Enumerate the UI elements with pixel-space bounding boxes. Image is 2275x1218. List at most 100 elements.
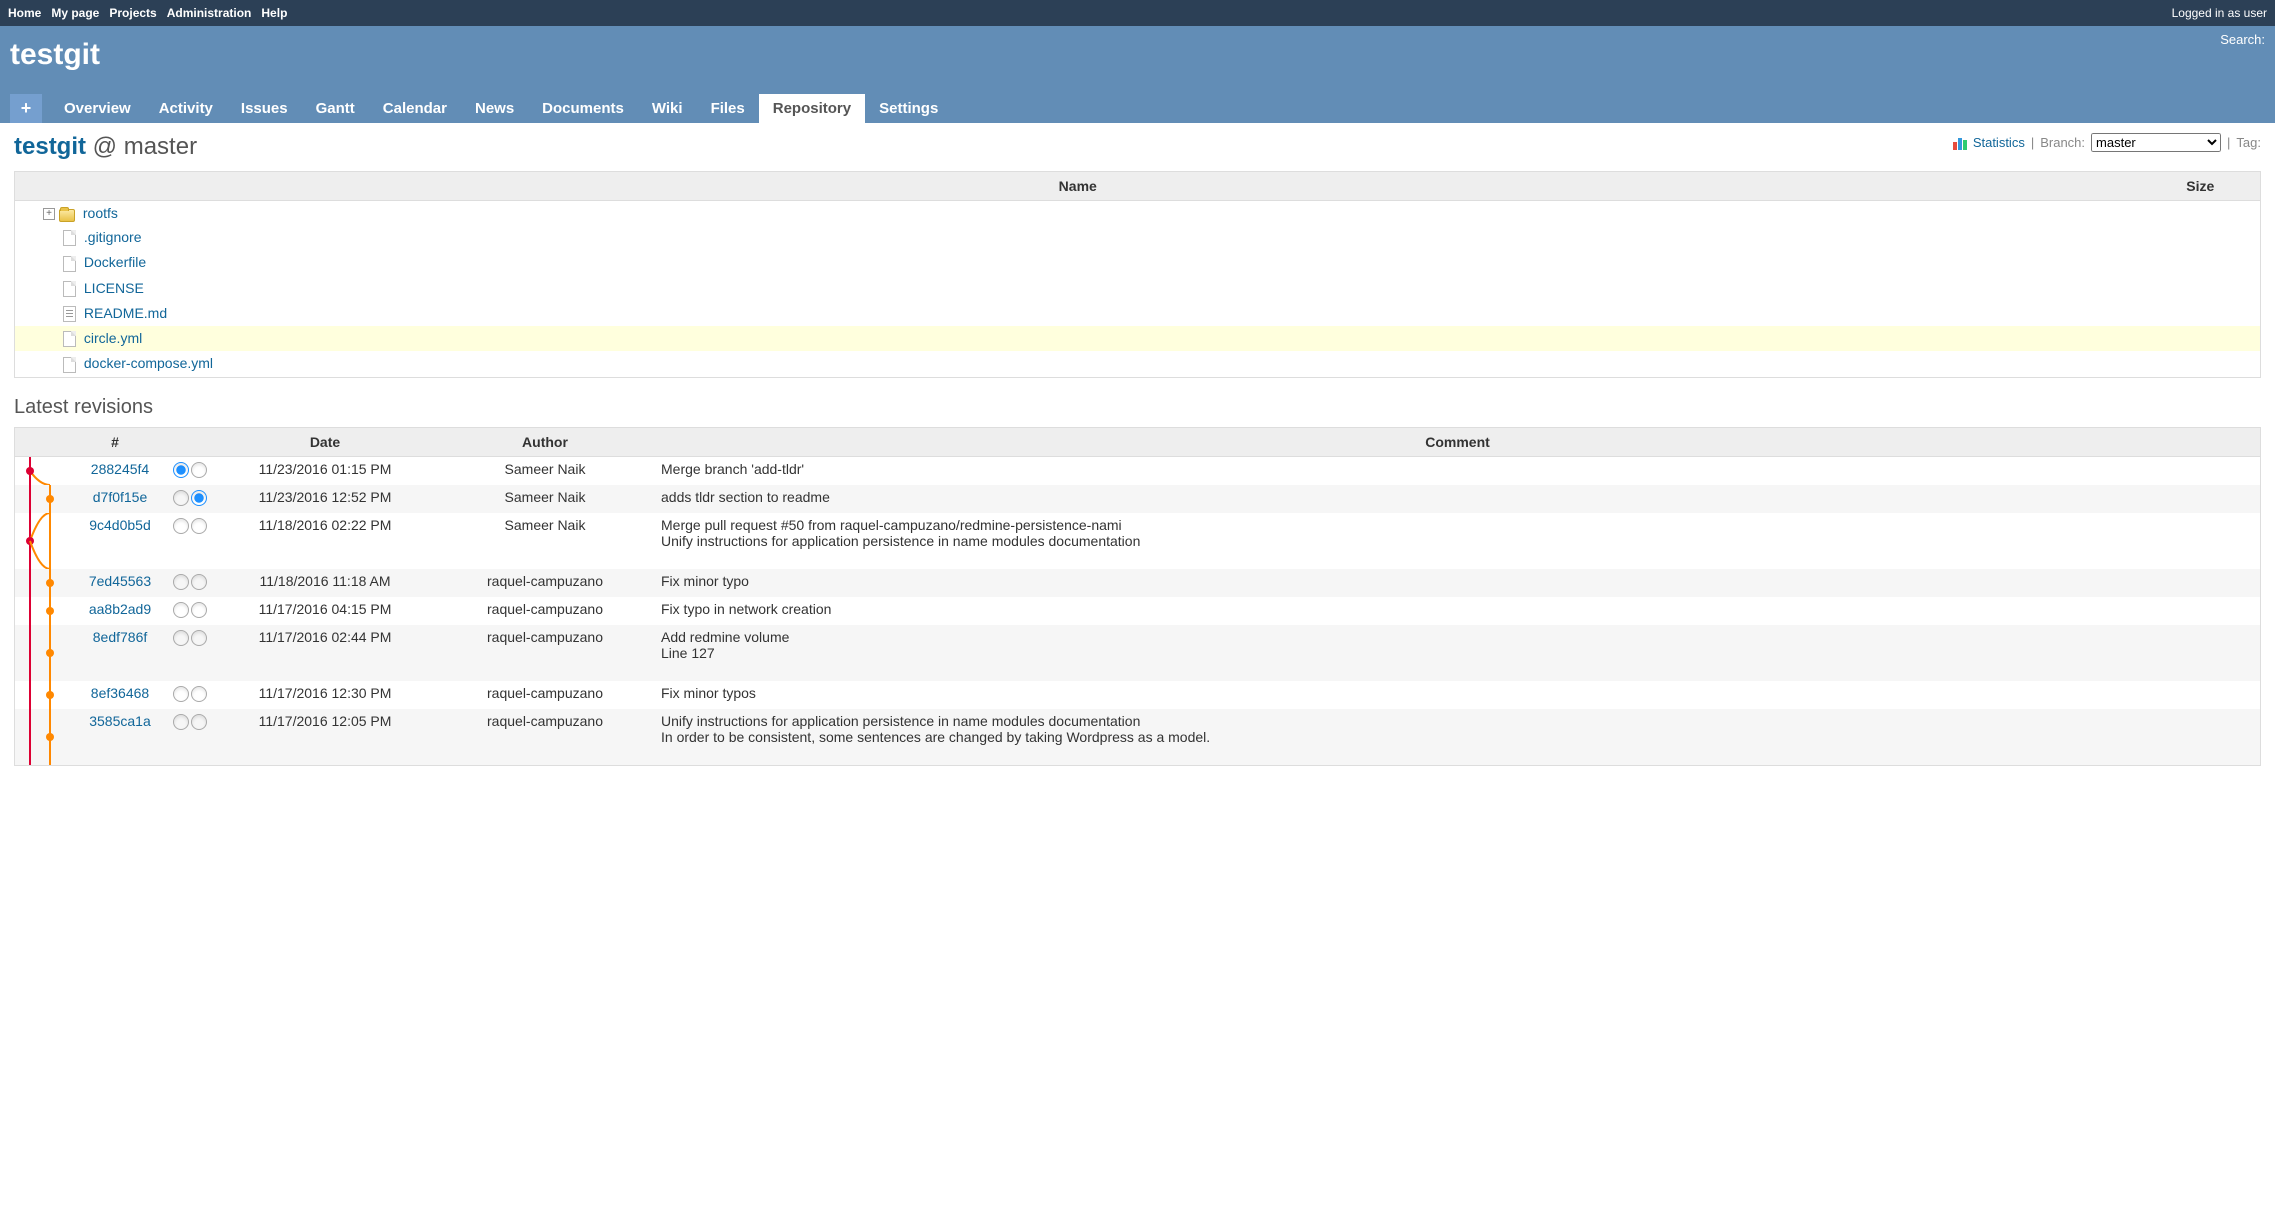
tab-wiki[interactable]: Wiki — [638, 94, 697, 123]
diff-to-radio[interactable] — [191, 518, 207, 534]
revisions-heading: Latest revisions — [14, 396, 2261, 419]
graph-cell — [15, 681, 76, 709]
search-label: Search: — [2220, 32, 2265, 47]
file-icon — [63, 281, 76, 297]
revision-row: 9c4d0b5d11/18/2016 02:22 PMSameer NaikMe… — [15, 513, 2261, 569]
revision-link[interactable]: 3585ca1a — [89, 713, 151, 729]
diff-from-radio[interactable] — [173, 714, 189, 730]
tab-files[interactable]: Files — [697, 94, 759, 123]
tab-news[interactable]: News — [461, 94, 528, 123]
revision-row: 8edf786f 11/17/2016 02:44 PMraquel-campuz… — [15, 625, 2261, 681]
revision-date: 11/17/2016 12:05 PM — [215, 709, 435, 766]
graph-cell — [15, 485, 76, 513]
entry-row: + rootfs — [15, 201, 2261, 226]
entry-row: README.md — [15, 301, 2261, 326]
nav-administration[interactable]: Administration — [167, 6, 252, 20]
quick-search: Search: — [2220, 32, 2265, 47]
statistics-link[interactable]: Statistics — [1973, 135, 2025, 150]
expander-icon[interactable]: + — [43, 208, 55, 220]
revision-row: 3585ca1a11/17/2016 12:05 PMraquel-campuz… — [15, 709, 2261, 766]
revision-comment: adds tldr section to readme — [655, 485, 2261, 513]
entry-link[interactable]: docker-compose.yml — [84, 355, 213, 371]
header: Search: testgit + OverviewActivityIssuesG… — [0, 26, 2275, 123]
file-icon — [63, 256, 76, 272]
diff-to-radio[interactable] — [191, 574, 207, 590]
separator: | — [2227, 135, 2230, 150]
revision-author: Sameer Naik — [435, 513, 655, 569]
tab-issues[interactable]: Issues — [227, 94, 302, 123]
tab-settings[interactable]: Settings — [865, 94, 952, 123]
diff-from-radio[interactable] — [173, 630, 189, 646]
revision-link[interactable]: 288245f4 — [91, 461, 149, 477]
revision-author: raquel-campuzano — [435, 625, 655, 681]
diff-from-radio[interactable] — [173, 518, 189, 534]
revision-link[interactable]: 7ed45563 — [89, 573, 151, 589]
diff-to-radio[interactable] — [191, 630, 207, 646]
entry-link[interactable]: rootfs — [83, 205, 118, 221]
entry-row: LICENSE — [15, 276, 2261, 301]
entry-link[interactable]: LICENSE — [84, 280, 144, 296]
content: Statistics | Branch: master | Tag: testg… — [0, 123, 2275, 776]
tab-gantt[interactable]: Gantt — [302, 94, 369, 123]
revision-link[interactable]: 9c4d0b5d — [89, 517, 151, 533]
entry-size — [2141, 301, 2261, 326]
diff-from-radio[interactable] — [173, 574, 189, 590]
revision-comment: Merge pull request #50 from raquel-campu… — [655, 513, 2261, 569]
nav-help[interactable]: Help — [261, 6, 287, 20]
file-icon — [63, 357, 76, 373]
new-object-button[interactable]: + — [10, 94, 42, 123]
tab-repository[interactable]: Repository — [759, 94, 865, 123]
diff-from-radio[interactable] — [173, 686, 189, 702]
at-symbol: @ — [93, 133, 117, 160]
revision-link[interactable]: 8ef36468 — [91, 685, 149, 701]
entry-row: docker-compose.yml — [15, 351, 2261, 377]
revision-comment: Merge branch 'add-tldr' — [655, 456, 2261, 485]
branch-select[interactable]: master — [2091, 133, 2221, 152]
graph-cell — [15, 709, 76, 766]
revision-row: d7f0f15e11/23/2016 12:52 PMSameer Naikad… — [15, 485, 2261, 513]
top-menu-left: Home My page Projects Administration Hel… — [8, 6, 287, 20]
diff-from-radio[interactable] — [173, 462, 189, 478]
graph-cell — [15, 569, 76, 597]
revision-author: raquel-campuzano — [435, 569, 655, 597]
col-author: Author — [435, 427, 655, 456]
logged-in-label: Logged in as user — [2172, 6, 2267, 20]
page-title: testgit @ master — [14, 133, 2261, 161]
diff-to-radio[interactable] — [191, 490, 207, 506]
branch-name: master — [124, 133, 197, 160]
entry-link[interactable]: Dockerfile — [84, 254, 146, 270]
entry-link[interactable]: circle.yml — [84, 330, 142, 346]
folder-icon — [59, 209, 75, 222]
revision-author: Sameer Naik — [435, 456, 655, 485]
tab-activity[interactable]: Activity — [145, 94, 227, 123]
revision-link[interactable]: aa8b2ad9 — [89, 601, 151, 617]
nav-projects[interactable]: Projects — [109, 6, 156, 20]
diff-from-radio[interactable] — [173, 602, 189, 618]
tab-calendar[interactable]: Calendar — [369, 94, 461, 123]
diff-to-radio[interactable] — [191, 686, 207, 702]
entry-link[interactable]: .gitignore — [84, 229, 142, 245]
nav-home[interactable]: Home — [8, 6, 41, 20]
col-name: Name — [15, 172, 2141, 201]
main-menu: + OverviewActivityIssuesGanttCalendarNews… — [10, 94, 2265, 123]
diff-from-radio[interactable] — [173, 490, 189, 506]
nav-my-page[interactable]: My page — [51, 6, 99, 20]
col-hash: # — [15, 427, 216, 456]
project-link[interactable]: testgit — [14, 133, 86, 160]
revision-link[interactable]: d7f0f15e — [93, 489, 148, 505]
diff-to-radio[interactable] — [191, 602, 207, 618]
revision-date: 11/17/2016 02:44 PM — [215, 625, 435, 681]
revision-link[interactable]: 8edf786f — [93, 629, 148, 645]
entry-size — [2141, 351, 2261, 377]
contextual-bar: Statistics | Branch: master | Tag: — [1953, 133, 2261, 152]
tab-overview[interactable]: Overview — [50, 94, 145, 123]
diff-to-radio[interactable] — [191, 462, 207, 478]
project-title: testgit — [10, 32, 2265, 72]
entry-row: .gitignore — [15, 225, 2261, 250]
diff-to-radio[interactable] — [191, 714, 207, 730]
revision-comment: Fix typo in network creation — [655, 597, 2261, 625]
tab-documents[interactable]: Documents — [528, 94, 638, 123]
entry-size — [2141, 225, 2261, 250]
entry-link[interactable]: README.md — [84, 305, 167, 321]
revisions-table: # Date Author Comment 288245f411/23/2016… — [14, 427, 2261, 766]
